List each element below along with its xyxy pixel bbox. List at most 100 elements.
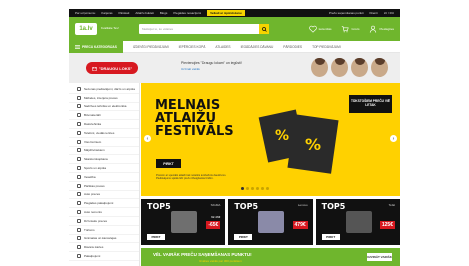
sidebar-category[interactable]: Veselība [69, 173, 139, 182]
main-nav: PRECU KATEGORIJAS IZDEVĪGI PIEDĀVĀJUMI I… [69, 40, 400, 53]
banner-more-button[interactable]: UZZINĀT VAIRĀK [367, 253, 392, 261]
sidebar-category-label: Viss bērniem [84, 139, 102, 144]
top-link[interactable]: Pārskati [119, 11, 130, 15]
top5-card[interactable]: TOP5 SIGMA 92.46€ -65€ PIRKT [141, 199, 226, 245]
promo-link[interactable]: Veikali ar izpārdošanu [207, 10, 245, 16]
category-icon [77, 174, 81, 179]
category-icon [77, 227, 81, 232]
top-link[interactable]: Piegādes nosacījumi [173, 11, 201, 15]
nav-item[interactable]: TOP PIEDĀVĀJUMI [312, 45, 341, 49]
sidebar-category[interactable]: Pakalpojumi [69, 252, 139, 261]
carousel-dot[interactable] [246, 187, 249, 190]
carousel-prev-button[interactable]: ‹ [144, 135, 151, 142]
top5-card[interactable]: TOP5 Tefal 125€ PIRKT [315, 199, 400, 245]
category-icon [77, 183, 81, 188]
sidebar-category[interactable]: Sadzīves tehnika un elektronika [69, 103, 139, 112]
sidebar-category[interactable]: Tūrisms [69, 226, 139, 235]
hero-title: MELNAIS ATLAIŽU FESTIVĀLS [155, 99, 234, 138]
sidebar-category[interactable]: Piegādes pakalpojumi [69, 199, 139, 209]
categories-menu-button[interactable]: PRECU KATEGORIJAS [69, 40, 123, 53]
percent-sign: % [305, 135, 322, 154]
draugu-loks-badge[interactable]: "DRAUGU LOKS" [86, 62, 138, 74]
search-button[interactable] [259, 24, 269, 34]
sidebar-category[interactable]: Grāmatas un kancelejas [69, 235, 139, 244]
sidebar-category[interactable]: Dzīvnieku preces [69, 217, 139, 226]
category-icon [77, 157, 81, 162]
nav-item[interactable]: IEPĒRCIES KOPĀ [179, 45, 206, 49]
account-label: Pieslēgties [379, 27, 394, 31]
top-link[interactable]: Karjeras [101, 11, 112, 15]
sidebar-category-label: Sadzīves tehnika un elektronika [84, 104, 127, 109]
nav-item[interactable]: IZDEVĪGI PIEDĀVĀJUMI [133, 45, 169, 49]
card-brand: Lenovo [297, 203, 308, 207]
product-image [171, 211, 197, 233]
card-buy-button[interactable]: PIRKT [147, 234, 165, 240]
sidebar-category[interactable]: Pārtikas preces [69, 182, 139, 191]
category-icon [77, 245, 81, 250]
card-title: TOP5 [321, 202, 346, 211]
sidebar-category[interactable]: Skaistumkopšana [69, 155, 139, 165]
sidebar-category[interactable]: Mēbeles, interjera preces [69, 94, 139, 103]
carousel-dot[interactable] [261, 187, 264, 190]
sidebar-category-label: Pakalpojumi [84, 254, 101, 259]
category-icon [77, 218, 81, 223]
clients-link[interactable]: Klienti [370, 11, 378, 15]
language-switch[interactable]: LV / RU [384, 11, 394, 15]
hero-banner[interactable]: MELNAIS ATLAIŽU FESTIVĀLS PIRKT Precēm a… [141, 83, 400, 196]
user-icon [370, 25, 377, 33]
sidebar-category[interactable]: Telefoni, viedās ierīces [69, 129, 139, 138]
sidebar-category[interactable]: Auto remonts [69, 208, 139, 217]
card-buy-button[interactable]: PIRKT [321, 234, 340, 240]
top5-card[interactable]: TOP5 Lenovo 479€ PIRKT [228, 199, 313, 245]
pickup-points-banner[interactable]: VĒL VAIRĀK PREČU SAŅEMŠANAS PUNKTU! Izvē… [141, 248, 400, 266]
sidebar-category[interactable]: Sezonas piedāvājumi, dārzs un atpūta [69, 85, 139, 94]
category-icon [77, 130, 81, 135]
sidebar-category[interactable]: Dāvanu kartes [69, 243, 139, 253]
loyalty-title: Pievienojies "Draugu lokam" un iegūsti! [181, 61, 242, 65]
sidebar-category[interactable]: Sports un atpūta [69, 164, 139, 173]
cart-icon [342, 26, 350, 33]
carousel-dot[interactable] [251, 187, 254, 190]
wishlist-button[interactable]: Iecienītās [308, 25, 332, 33]
nav-item[interactable]: ATLAIDES [215, 45, 230, 49]
top-link[interactable]: Par uzņēmumu [75, 11, 95, 15]
sidebar-category-label: Sports un atpūta [84, 166, 107, 171]
sidebar-category[interactable]: Mājdzīvniekiem [69, 147, 139, 156]
carousel-next-button[interactable]: › [390, 135, 397, 142]
sidebar-category-label: Būvmateriāli [84, 113, 101, 118]
search-input[interactable]: Meklējiet to, ko vēlaties [139, 24, 269, 34]
sidebar-category-label: Datortehnika [84, 122, 102, 127]
sidebar-category[interactable]: Auto preces [69, 191, 139, 200]
card-buy-button[interactable]: PIRKT [234, 234, 253, 240]
category-icon [77, 139, 81, 144]
top-link[interactable]: Atlaižu bukleti [135, 11, 154, 15]
product-image [345, 211, 372, 233]
hero-buy-button[interactable]: PIRKT [156, 159, 181, 168]
sidebar-category[interactable]: Datortehnika [69, 120, 139, 129]
category-icon [77, 210, 81, 215]
pickup-points-link[interactable]: Preču saņemšanas punkti [329, 11, 364, 15]
sidebar-category-label: Tūrisms [84, 227, 95, 232]
wishlist-label: Iecienītās [318, 27, 332, 31]
categories-label: PRECU KATEGORIJAS [82, 44, 117, 49]
people-photos [311, 58, 388, 77]
logo[interactable]: 1a.lv [75, 23, 97, 35]
account-button[interactable]: Pieslēgties [369, 25, 394, 33]
search-icon [261, 26, 267, 32]
sidebar-category[interactable]: Būvmateriāli [69, 111, 139, 121]
hero-title-line: FESTIVĀLS [155, 124, 234, 139]
sidebar-category[interactable]: Viss bērniem [69, 138, 139, 147]
top-link[interactable]: Blogs [160, 11, 168, 15]
cart-label: Grozs [351, 27, 360, 31]
carousel-dot[interactable] [241, 187, 244, 190]
carousel-dot[interactable] [266, 187, 269, 190]
nav-item[interactable]: IEGĀDĀJIES DĀVANU [241, 45, 274, 49]
nav-item[interactable]: PĀRDODIES [283, 45, 302, 49]
carousel-dot[interactable] [256, 187, 259, 190]
sidebar-category-label: Skaistumkopšana [84, 157, 108, 162]
cart-button[interactable]: Grozs [341, 25, 359, 33]
card-title: TOP5 [234, 202, 259, 211]
loyalty-link[interactable]: Uzzināt vairāk [181, 67, 242, 71]
top-bar: Par uzņēmumu Karjeras Pārskati Atlaižu b… [69, 9, 400, 17]
card-price: 479€ [292, 221, 308, 229]
